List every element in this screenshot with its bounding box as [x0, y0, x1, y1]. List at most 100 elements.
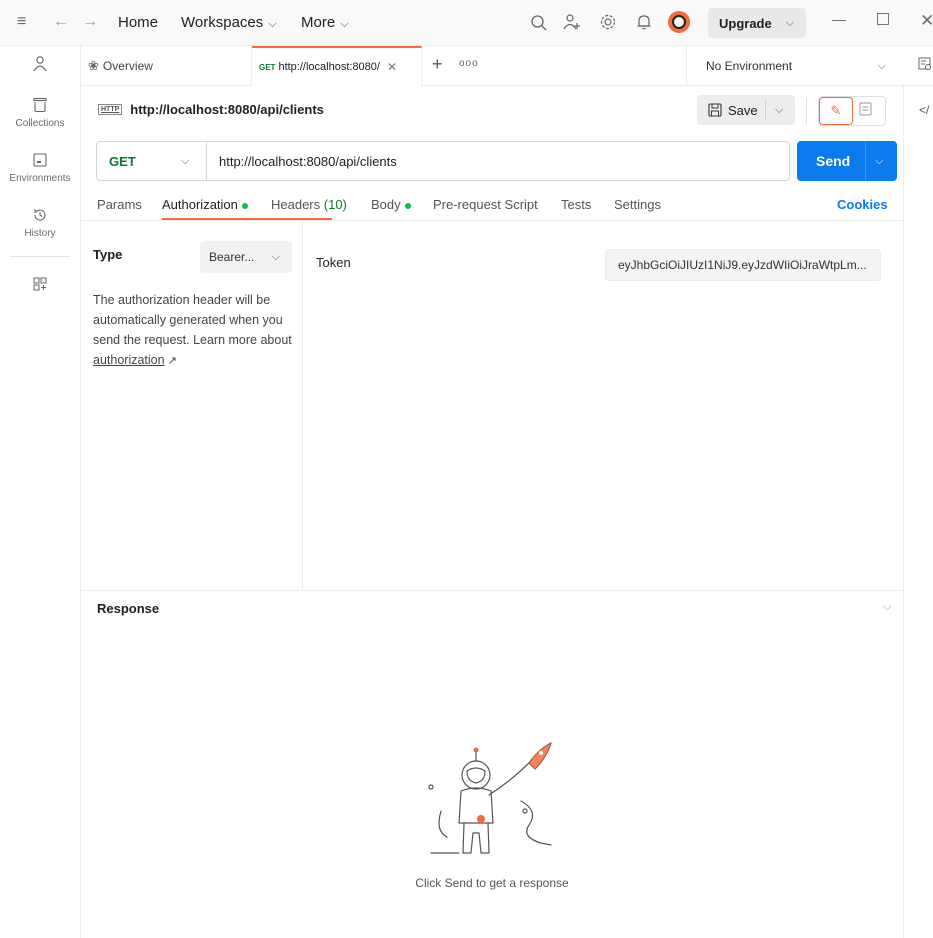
- sidebar-add-workbench-button[interactable]: [0, 276, 80, 295]
- astronaut-rocket-illustration: [428, 742, 552, 854]
- menu-icon[interactable]: ≡: [17, 14, 26, 30]
- send-button[interactable]: Send ⌵: [797, 141, 897, 181]
- sidebar-item-label: Environments: [9, 173, 71, 184]
- tab-tests[interactable]: Tests: [561, 197, 591, 212]
- auth-token-panel: Token eyJhbGciOiJIUzI1NiJ9.eyJzdWIiOiJra…: [303, 221, 903, 590]
- environment-selector[interactable]: No Environment ⌵: [686, 46, 898, 86]
- token-input[interactable]: eyJhbGciOiJIUzI1NiJ9.eyJzdWIiOiJraWtpLm.…: [605, 249, 881, 281]
- nav-workspaces[interactable]: Workspaces ⌵: [181, 14, 277, 31]
- close-tab-icon[interactable]: ✕: [387, 60, 397, 74]
- send-divider: [865, 141, 866, 181]
- collections-icon: [33, 97, 47, 113]
- auth-description-text: The authorization header will be automat…: [93, 293, 292, 347]
- view-mode-toggle: ✎: [818, 96, 886, 126]
- title-bar: ≡ ← → Home Workspaces ⌵ More ⌵ Upgrade ⌵ — …: [0, 0, 933, 46]
- upgrade-button-label: Upgrade: [719, 15, 772, 31]
- nav-more-label: More: [301, 14, 336, 31]
- header-divider: [806, 98, 807, 124]
- chevron-down-icon[interactable]: ⌵: [775, 104, 783, 117]
- url-input[interactable]: [219, 142, 779, 180]
- request-tab-strip: ❀ Overview GET http://localhost:8080/ ✕ …: [81, 46, 933, 86]
- forward-arrow-icon[interactable]: →: [82, 14, 98, 30]
- nav-more[interactable]: More ⌵: [301, 14, 349, 31]
- tab-method-badge: GET: [259, 62, 276, 72]
- tab-authorization[interactable]: Authorization: [162, 197, 248, 212]
- left-sidebar: Collections Environments History: [0, 46, 81, 938]
- sidebar-item-environments[interactable]: Environments: [0, 152, 80, 184]
- environment-selected-label: No Environment: [706, 59, 793, 73]
- tab-overview[interactable]: ❀ Overview: [81, 46, 252, 86]
- maximize-window-icon[interactable]: [877, 13, 889, 25]
- more-tabs-icon[interactable]: ooo: [459, 58, 479, 69]
- tab-settings[interactable]: Settings: [614, 197, 661, 212]
- response-panel: Response ⌵ Click Send to get a response: [81, 590, 903, 938]
- sidebar-item-collections[interactable]: Collections: [0, 97, 80, 129]
- request-title[interactable]: HTTP http://localhost:8080/api/clients: [98, 102, 324, 117]
- tab-headers-label: Headers: [271, 197, 321, 212]
- chevron-down-icon: ⌵: [340, 18, 349, 30]
- url-bar: GET ⌵: [96, 141, 790, 181]
- chevron-down-icon: ⌵: [268, 18, 277, 30]
- invite-user-icon[interactable]: [562, 13, 582, 33]
- save-floppy-icon: [708, 103, 722, 117]
- user-icon: [33, 56, 47, 72]
- http-method-select[interactable]: GET ⌵: [97, 142, 207, 180]
- request-name: http://localhost:8080/api/clients: [130, 102, 324, 117]
- notification-bell-icon[interactable]: [635, 13, 653, 31]
- chevron-down-icon: ⌵: [785, 16, 795, 29]
- documentation-icon[interactable]: [859, 102, 872, 116]
- close-window-icon[interactable]: ✕: [920, 12, 933, 29]
- edit-pencil-icon[interactable]: ✎: [819, 97, 853, 125]
- minimize-window-icon[interactable]: —: [832, 12, 846, 26]
- sidebar-user-icon-button[interactable]: [0, 55, 80, 76]
- settings-gear-icon[interactable]: [599, 13, 617, 31]
- new-tab-plus-icon[interactable]: +: [432, 54, 443, 75]
- response-title: Response: [97, 601, 160, 616]
- chevron-down-icon[interactable]: ⌵: [875, 155, 883, 168]
- search-icon[interactable]: [530, 14, 548, 32]
- headers-count: (10): [323, 197, 347, 212]
- http-method-value: GET: [109, 153, 136, 169]
- tab-pre-request-script[interactable]: Pre-request Script: [433, 197, 538, 212]
- active-indicator-dot: [404, 202, 411, 209]
- token-label: Token: [316, 255, 351, 270]
- back-arrow-icon[interactable]: ←: [53, 14, 69, 30]
- request-config-tabs: Params Authorization Headers (10) Body P…: [81, 188, 903, 221]
- save-divider: [765, 100, 766, 120]
- sidebar-item-history[interactable]: History: [0, 207, 80, 239]
- upgrade-button[interactable]: Upgrade ⌵: [708, 8, 806, 38]
- save-button[interactable]: Save ⌵: [697, 95, 795, 125]
- right-context-bar: </: [903, 86, 933, 938]
- user-avatar[interactable]: [668, 11, 690, 33]
- tab-body-label: Body: [371, 197, 401, 212]
- send-button-label: Send: [816, 153, 851, 169]
- response-empty-message: Click Send to get a response: [415, 876, 569, 890]
- tab-params[interactable]: Params: [97, 197, 142, 212]
- auth-description: The authorization header will be automat…: [93, 290, 298, 371]
- tab-body[interactable]: Body: [371, 197, 411, 212]
- cookies-link[interactable]: Cookies: [837, 197, 888, 212]
- environments-icon: [33, 153, 47, 167]
- tab-active-request[interactable]: GET http://localhost:8080/ ✕: [252, 46, 422, 86]
- overview-icon: ❀: [88, 58, 99, 73]
- chevron-down-icon: ⌵: [181, 154, 190, 167]
- tab-authorization-label: Authorization: [162, 197, 238, 212]
- sidebar-item-label: Collections: [15, 118, 65, 129]
- http-request-icon: HTTP: [98, 104, 123, 115]
- chevron-down-icon[interactable]: ⌵: [883, 601, 891, 614]
- code-snippet-icon[interactable]: </: [919, 103, 929, 117]
- add-grid-icon: [33, 277, 47, 291]
- auth-type-select[interactable]: Bearer... ⌵: [200, 241, 292, 273]
- external-link-icon: ↗: [167, 355, 177, 367]
- environment-quick-look-icon[interactable]: [918, 57, 932, 71]
- auth-type-panel: Type Bearer... ⌵ The authorization heade…: [81, 221, 303, 590]
- sidebar-divider: [10, 256, 70, 257]
- chevron-down-icon: ⌵: [877, 59, 886, 72]
- history-icon: [34, 209, 46, 221]
- save-button-label: Save: [728, 102, 758, 118]
- tab-request-label: http://localhost:8080/: [278, 61, 380, 73]
- auth-type-value: Bearer...: [209, 250, 255, 264]
- authorization-docs-link[interactable]: authorization: [93, 353, 165, 367]
- nav-home[interactable]: Home: [118, 14, 158, 31]
- tab-headers[interactable]: Headers (10): [271, 197, 347, 212]
